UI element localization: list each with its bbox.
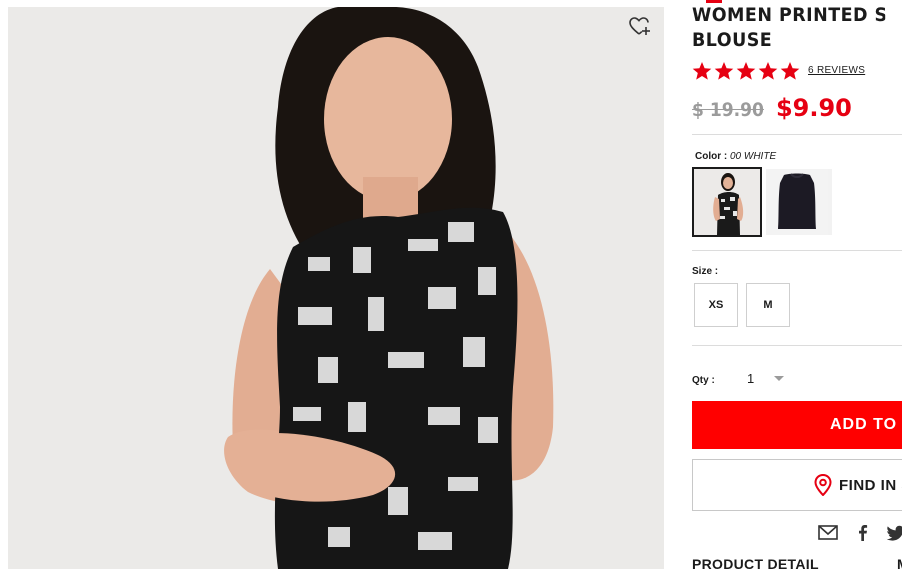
swatch-product-image: [766, 169, 828, 235]
product-title-line1: WOMEN PRINTED SLE: [692, 4, 885, 26]
divider: [692, 250, 902, 251]
model-photo: [8, 7, 664, 569]
color-label-text: Color :: [695, 151, 728, 162]
color-swatch-white[interactable]: [692, 167, 762, 237]
tab-more[interactable]: M: [897, 556, 902, 572]
color-label: Color : 00 WHITE: [695, 151, 776, 162]
quantity-label: Qty :: [692, 375, 715, 386]
size-label: Size :: [692, 266, 719, 277]
tab-product-detail[interactable]: PRODUCT DETAIL: [692, 556, 819, 572]
chevron-down-icon: [774, 376, 784, 381]
rating-stars: [692, 61, 800, 81]
product-image[interactable]: [8, 7, 664, 569]
find-in-store-button[interactable]: FIND IN S: [692, 459, 902, 511]
swatch-model-image: [694, 169, 760, 235]
product-title-line2: BLOUSE: [692, 29, 773, 51]
color-swatch-black[interactable]: [766, 169, 832, 235]
quantity-select[interactable]: 1: [740, 368, 800, 390]
facebook-icon[interactable]: [853, 524, 873, 542]
quantity-value: 1: [747, 371, 755, 386]
price: $ 19.90 $9.90: [692, 94, 852, 122]
find-in-store-label: FIND IN S: [839, 477, 902, 494]
star-icon: [714, 62, 734, 80]
mail-icon[interactable]: [818, 524, 838, 542]
reviews-link[interactable]: 6 REVIEWS: [808, 65, 865, 76]
location-pin-icon: [814, 474, 832, 496]
twitter-icon[interactable]: [886, 524, 902, 542]
divider: [692, 345, 902, 346]
add-to-bag-label: ADD TO B: [830, 416, 902, 433]
star-icon: [692, 62, 712, 80]
divider: [692, 134, 902, 135]
star-icon: [780, 62, 800, 80]
star-icon: [758, 62, 778, 80]
add-to-wishlist-icon[interactable]: [628, 15, 652, 39]
product-title: WOMEN PRINTED SLE BLOUSE: [692, 3, 885, 53]
original-price: $ 19.90: [692, 99, 764, 121]
size-option-m[interactable]: M: [746, 283, 790, 327]
size-option-xs[interactable]: XS: [694, 283, 738, 327]
sale-price: $9.90: [775, 94, 852, 122]
add-to-bag-button[interactable]: ADD TO B: [692, 401, 902, 449]
color-value: 00 WHITE: [730, 151, 777, 162]
star-icon: [736, 62, 756, 80]
